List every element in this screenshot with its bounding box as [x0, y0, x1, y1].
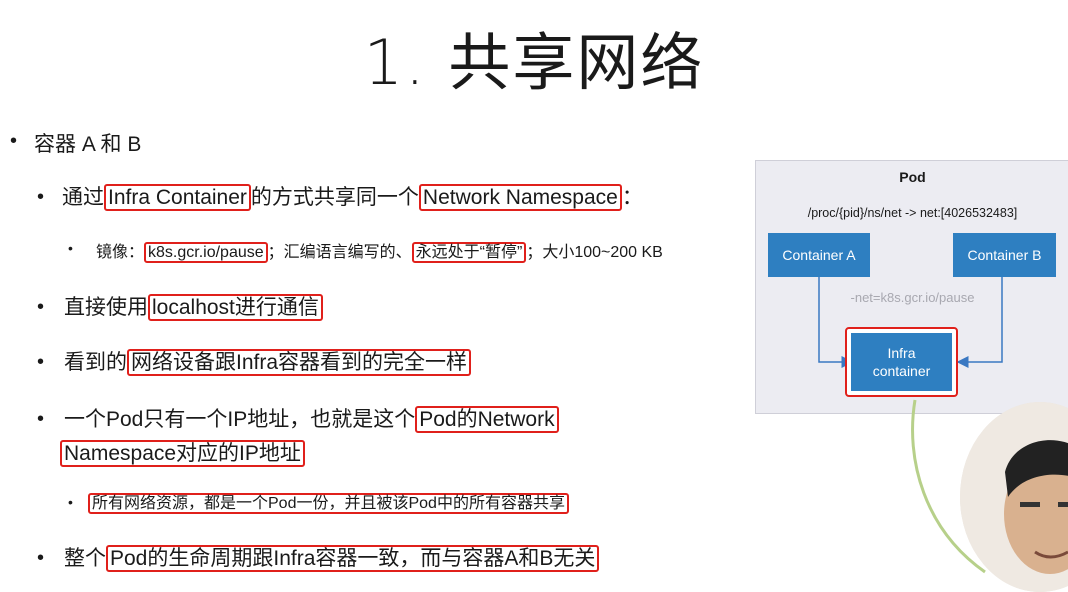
highlight-lifecycle: Pod的生命周期跟Infra容器一致，而与容器A和B无关	[106, 545, 600, 572]
highlight-shared-resources: 所有网络资源，都是一个Pod一份，并且被该Pod中的所有容器共享	[88, 493, 569, 514]
text-segment: 整个	[64, 547, 106, 570]
bullet-dot: •	[10, 130, 18, 152]
bullet-dot: •	[68, 494, 73, 510]
bullet-dot: •	[37, 547, 45, 569]
bullet-pause-image: 镜像： k8s.gcr.io/pause ；汇编语言编写的、 永远处于“暂停” ；大小1…	[96, 238, 663, 263]
bullet-lifecycle: 整个 Pod的生命周期跟Infra容器一致，而与容器A和B无关	[64, 542, 600, 572]
highlight-localhost: localhost进行通信	[148, 294, 323, 321]
text-segment: 一个Pod只有一个IP地址，也就是这个	[64, 408, 416, 431]
text-segment: ；大小100~200 KB	[526, 244, 663, 261]
text-segment: 看到的	[64, 351, 127, 374]
infra-container-box: Infra container	[851, 333, 952, 391]
text-segment: 直接使用	[64, 296, 148, 319]
highlight-network-namespace: Network Namespace	[418, 184, 622, 211]
bullet-dot: •	[68, 240, 73, 256]
highlight-always-paused: 永远处于“暂停”	[411, 242, 527, 263]
bullet-shared-namespace: 通过 Infra Container 的方式共享同一个 Network Namespa…	[62, 181, 643, 211]
pod-label: Pod	[899, 169, 926, 185]
bullet-dot: •	[37, 351, 45, 373]
highlight-pod-network: Pod的Network	[415, 406, 559, 433]
text-segment: 镜像：	[96, 244, 145, 261]
container-b-box: Container B	[953, 233, 1056, 277]
container-a-box: Container A	[768, 233, 870, 277]
infra-label-line1: Infra	[887, 345, 916, 361]
slide-title: 1. 共享网络	[363, 26, 705, 99]
net-flag: -net=k8s.gcr.io/pause	[850, 290, 975, 305]
text-segment: 的方式共享同一个	[250, 186, 419, 209]
highlight-same-devices: 网络设备跟Infra容器看到的完全一样	[127, 349, 472, 376]
presenter-webcam	[960, 402, 1068, 592]
highlight-pause-image: k8s.gcr.io/pause	[144, 242, 268, 263]
highlight-namespace-ip: Namespace对应的IP地址	[60, 440, 305, 467]
bullet-dot: •	[37, 408, 45, 430]
netns-path: /proc/{pid}/ns/net -> net:[4026532483]	[807, 206, 1018, 220]
bullet-dot: •	[37, 186, 45, 208]
text-segment: 通过	[62, 186, 104, 209]
bullet-single-ip-continued: Namespace对应的IP地址	[60, 437, 305, 467]
bullet-dot: •	[37, 296, 45, 318]
presenter-face-image	[960, 402, 1068, 592]
text-segment: ：	[621, 186, 643, 209]
bullet-shared-resources: 所有网络资源，都是一个Pod一份，并且被该Pod中的所有容器共享	[88, 489, 569, 514]
infra-container-highlight: Infra container	[845, 327, 958, 397]
bullet-single-ip: 一个Pod只有一个IP地址，也就是这个 Pod的Network	[64, 403, 559, 433]
bullet-localhost: 直接使用 localhost进行通信	[64, 291, 323, 321]
bullet-containers-a-b: 容器 A 和 B	[34, 133, 142, 156]
infra-label-line2: container	[872, 363, 931, 379]
text-segment: ；汇编语言编写的、	[267, 244, 412, 261]
highlight-infra-container: Infra Container	[104, 184, 251, 211]
bullet-same-devices: 看到的 网络设备跟Infra容器看到的完全一样	[64, 346, 472, 376]
